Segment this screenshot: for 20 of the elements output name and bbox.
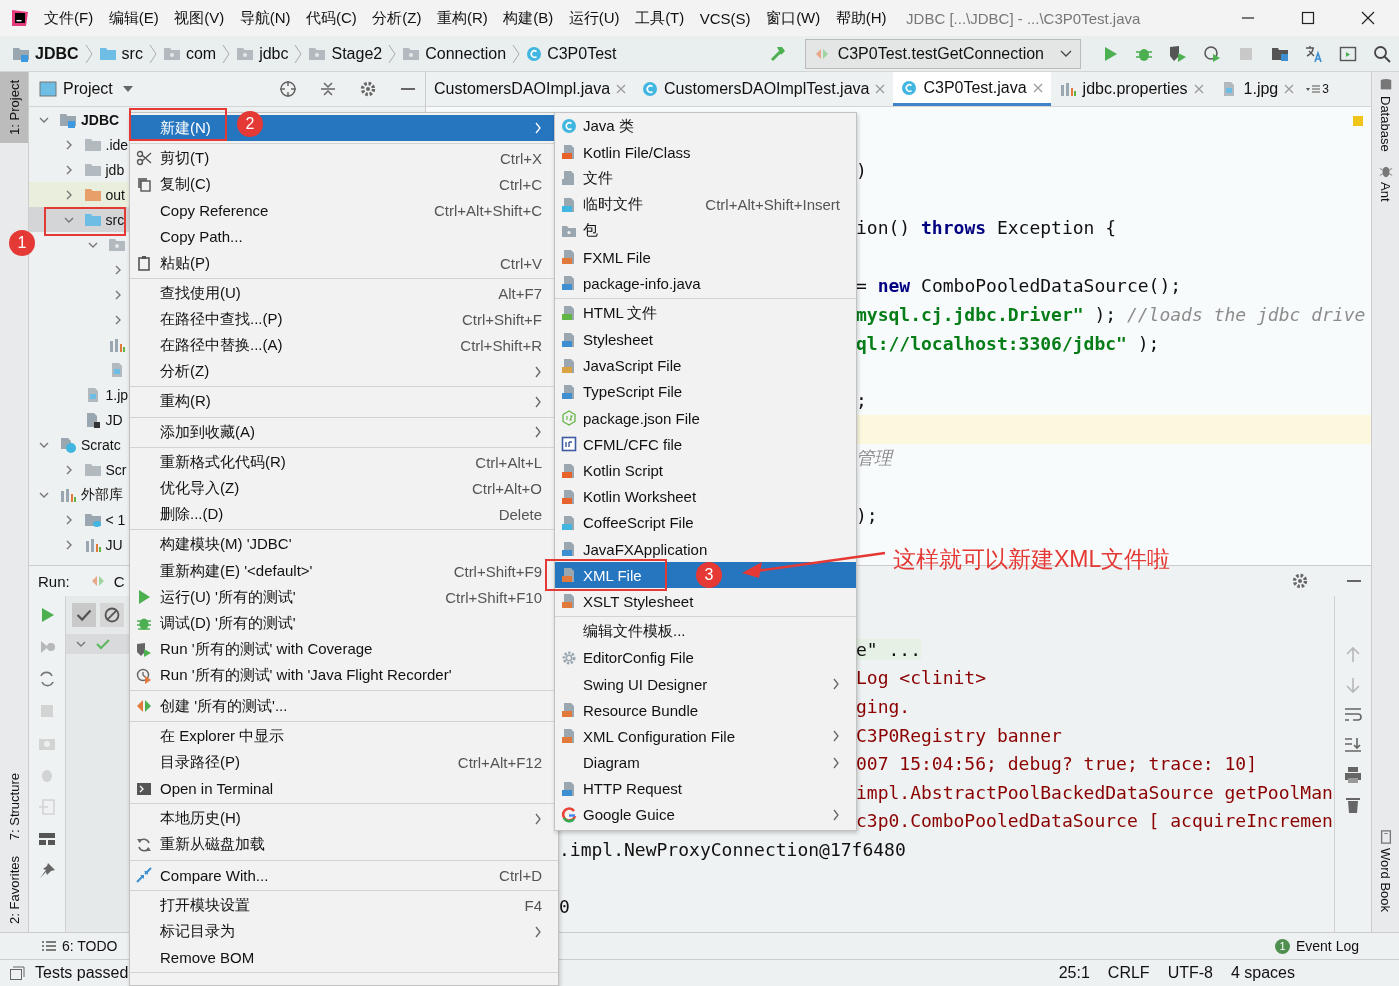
console-line: .impl.NewProxyConnection@17f6480 bbox=[559, 838, 906, 860]
console-line: Log <clinit> bbox=[856, 667, 987, 689]
console-line: impl.AbstractPoolBackedDataSource getPoolMan bbox=[856, 781, 1333, 803]
code-line: ) bbox=[856, 159, 867, 181]
annotation-text: 这样就可以新建XML文件啦 bbox=[893, 545, 1171, 574]
code-line: ql://localhost:3306/jdbc" ); bbox=[856, 332, 1160, 354]
console-line: c3p0.ComboPooledDataSource [ acquireIncremen bbox=[856, 810, 1333, 832]
panel-title: Run: bbox=[38, 572, 70, 590]
console-line: 0 bbox=[559, 896, 570, 918]
code-line: ; bbox=[856, 390, 867, 412]
window-title: JDBC [...\JDBC] - ...\C3P0Test.java bbox=[906, 9, 1141, 27]
console-line: ging. bbox=[856, 696, 911, 717]
console-line: C3P0Registry banner bbox=[856, 724, 1062, 746]
code-line: = new ComboPooledDataSource(); bbox=[856, 275, 1182, 297]
code-line: mysql.cj.jdbc.Driver" ); //loads the jdbc drive bbox=[856, 303, 1366, 325]
code-line: ); bbox=[856, 505, 878, 527]
console-line: 007 15:04:56; debug? true; trace: 10] bbox=[856, 753, 1257, 775]
status-message: Tests passed bbox=[35, 964, 129, 982]
code-line: 管理 bbox=[856, 446, 892, 471]
code-line: ion() throws Exception { bbox=[856, 217, 1117, 239]
